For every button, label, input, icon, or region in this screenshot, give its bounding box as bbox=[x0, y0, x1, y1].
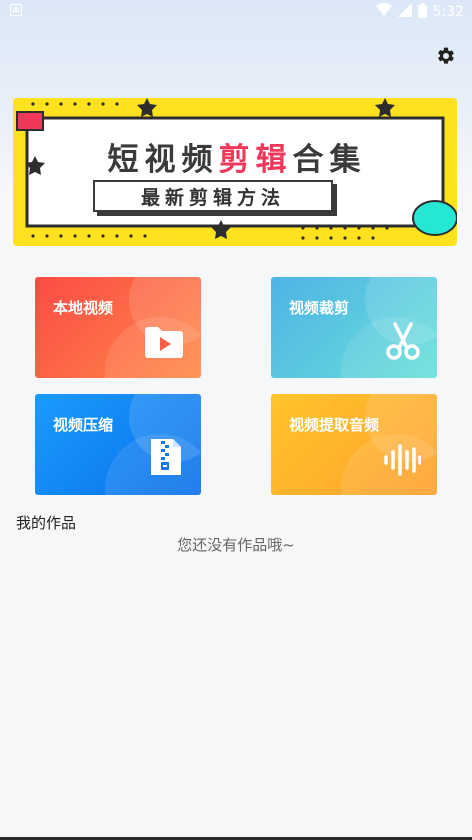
video-crop-label: 视频裁剪 bbox=[289, 299, 350, 317]
wifi-icon bbox=[375, 2, 392, 21]
android-notification-icon bbox=[10, 4, 22, 20]
gear-icon bbox=[436, 46, 456, 70]
banner-title-highlight: 剪辑 bbox=[218, 142, 293, 178]
folder-play-icon bbox=[143, 324, 185, 364]
scissors-icon bbox=[385, 322, 421, 364]
my-works-title: 我的作品 bbox=[16, 514, 77, 532]
banner-title: 短视频剪辑合集 bbox=[53, 134, 421, 179]
battery-icon bbox=[417, 2, 427, 22]
extract-audio-button[interactable]: 视频提取音频 bbox=[271, 394, 437, 495]
banner-title-part1: 短视频 bbox=[107, 142, 219, 178]
settings-button[interactable] bbox=[434, 46, 458, 70]
video-crop-button[interactable]: 视频裁剪 bbox=[271, 277, 437, 378]
video-compress-button[interactable]: 视频压缩 bbox=[35, 394, 201, 495]
audio-wave-icon bbox=[383, 443, 422, 481]
local-video-label: 本地视频 bbox=[53, 299, 114, 317]
promo-banner[interactable]: 短视频剪辑合集 最新剪辑方法 bbox=[13, 98, 457, 246]
status-time: 5:32 bbox=[432, 4, 464, 20]
signal-icon bbox=[397, 3, 412, 21]
status-bar: 5:32 bbox=[0, 0, 472, 24]
local-video-button[interactable]: 本地视频 bbox=[35, 277, 201, 378]
video-compress-label: 视频压缩 bbox=[53, 416, 114, 434]
extract-audio-label: 视频提取音频 bbox=[289, 416, 380, 434]
banner-title-part2: 合集 bbox=[292, 142, 367, 178]
zip-file-icon bbox=[147, 437, 185, 481]
banner-subtitle: 最新剪辑方法 bbox=[93, 180, 333, 212]
empty-works-message: 您还没有作品哦~ bbox=[177, 536, 295, 554]
